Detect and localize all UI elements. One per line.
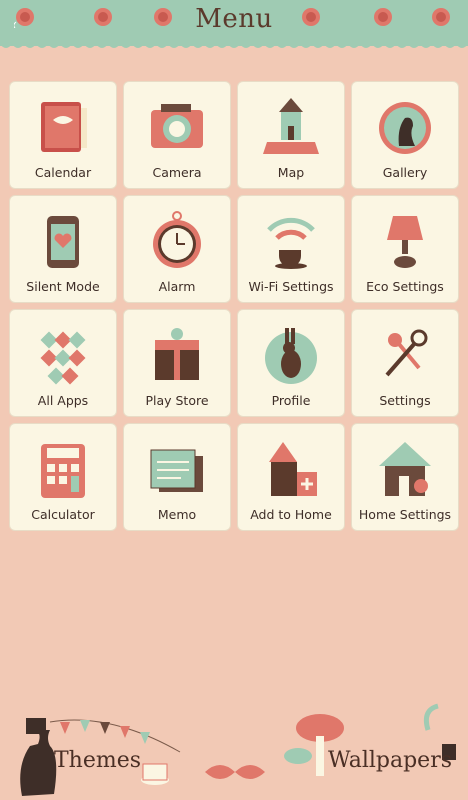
app-label: Calculator xyxy=(31,507,95,522)
app-tile-silent-mode[interactable]: Silent Mode xyxy=(10,196,116,302)
app-label: Add to Home xyxy=(250,507,332,522)
memo-icon xyxy=(150,449,203,492)
home-settings-icon xyxy=(379,442,431,496)
app-tile-map[interactable]: Map xyxy=(238,82,344,188)
app-label: Memo xyxy=(157,507,197,522)
wifi-icon xyxy=(267,217,315,269)
app-tile-settings[interactable]: Settings xyxy=(352,310,458,416)
app-label: Camera xyxy=(152,165,202,180)
header-scallop xyxy=(0,40,468,48)
footer: Themes Wallpapers xyxy=(0,700,468,800)
app-tile-add-to-home[interactable]: Add to Home xyxy=(238,424,344,530)
app-label: Eco Settings xyxy=(366,279,444,294)
app-tile-memo[interactable]: Memo xyxy=(124,424,230,530)
app-label: Silent Mode xyxy=(26,279,100,294)
app-label: Alarm xyxy=(158,279,196,294)
app-label: Calendar xyxy=(34,165,92,180)
rabbit-icon xyxy=(265,328,317,384)
app-tile-profile[interactable]: Profile xyxy=(238,310,344,416)
map-icon xyxy=(263,98,319,154)
silent-mode-icon xyxy=(47,216,79,268)
house-add-icon xyxy=(269,442,317,496)
keys-icon xyxy=(385,329,428,377)
app-label: Wi-Fi Settings xyxy=(248,279,334,294)
gallery-icon xyxy=(379,102,431,154)
camera-icon xyxy=(151,104,203,148)
lamp-icon xyxy=(387,216,423,268)
page-title: Menu xyxy=(195,4,273,34)
app-tile-home-settings[interactable]: Home Settings xyxy=(352,424,458,530)
app-tile-all-apps[interactable]: All Apps xyxy=(10,310,116,416)
app-tile-alarm[interactable]: Alarm xyxy=(124,196,230,302)
calculator-icon xyxy=(41,444,85,498)
app-label: Home Settings xyxy=(358,507,452,522)
app-tile-calculator[interactable]: Calculator xyxy=(10,424,116,530)
app-label: Gallery xyxy=(382,165,428,180)
all-apps-icon xyxy=(40,331,86,385)
calendar-icon xyxy=(41,102,87,152)
app-label: Settings xyxy=(379,393,431,408)
themes-button[interactable]: Themes xyxy=(54,748,141,773)
app-label: Profile xyxy=(271,393,311,408)
app-label: Map xyxy=(277,165,305,180)
app-tile-camera[interactable]: Camera xyxy=(124,82,230,188)
app-tile-eco-settings[interactable]: Eco Settings xyxy=(352,196,458,302)
app-label: Play Store xyxy=(145,393,209,408)
wallpapers-button[interactable]: Wallpapers xyxy=(328,748,452,773)
alarm-clock-icon xyxy=(153,211,201,268)
app-tile-calendar[interactable]: Calendar xyxy=(10,82,116,188)
app-tile-play-store[interactable]: Play Store xyxy=(124,310,230,416)
app-tile-wifi-settings[interactable]: Wi-Fi Settings xyxy=(238,196,344,302)
app-tile-gallery[interactable]: Gallery xyxy=(352,82,458,188)
app-label: All Apps xyxy=(37,393,89,408)
gift-box-icon xyxy=(155,328,199,380)
